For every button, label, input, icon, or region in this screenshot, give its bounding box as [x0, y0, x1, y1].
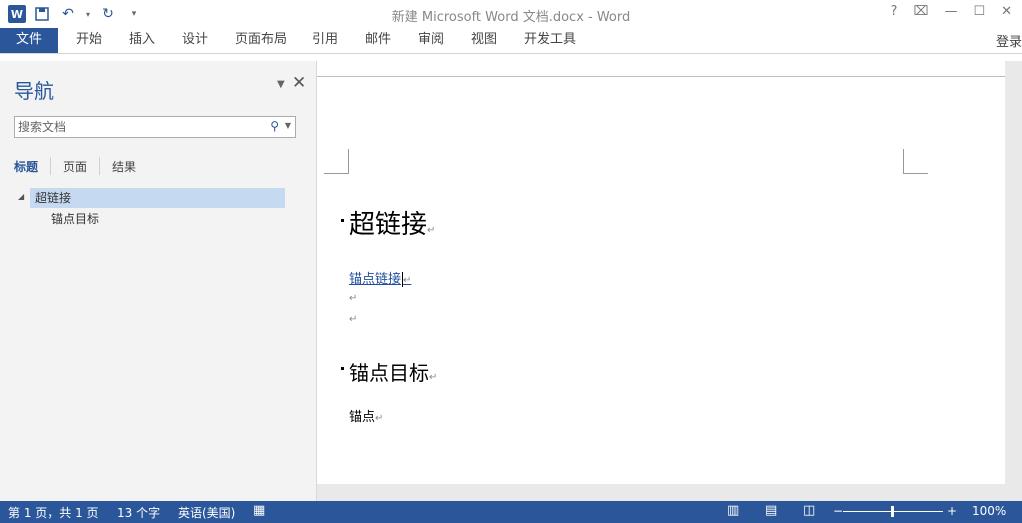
- search-input[interactable]: [15, 117, 258, 137]
- empty-paragraph-mark: ↵: [349, 314, 358, 325]
- tab-page-layout[interactable]: 页面布局: [235, 28, 287, 53]
- document-area: 超链接↵ 锚点链接 ↵ ↵ ↵ 锚点目标↵ 锚点↵: [317, 61, 1022, 501]
- tab-mailings[interactable]: 邮件: [365, 28, 391, 53]
- nav-tabs: 标题 页面 结果: [14, 157, 148, 175]
- maximize-icon[interactable]: ☐: [973, 4, 985, 19]
- crop-mark-right: [903, 149, 928, 174]
- word-count-status[interactable]: 13 个字: [117, 504, 160, 521]
- sign-in-link[interactable]: 登录: [996, 31, 1022, 50]
- paragraph-mark: ↵: [403, 275, 412, 286]
- nav-tab-pages[interactable]: 页面: [63, 158, 99, 175]
- heading-bullet-marker: [341, 219, 344, 222]
- tab-references[interactable]: 引用: [312, 28, 338, 53]
- nav-close-icon[interactable]: ✕: [292, 73, 306, 93]
- heading-1-text: 超链接: [349, 210, 428, 240]
- collapse-triangle-icon[interactable]: ◢: [18, 192, 24, 201]
- empty-paragraph-mark: ↵: [349, 293, 358, 304]
- zoom-slider-thumb[interactable]: [891, 506, 894, 517]
- heading-1-paragraph[interactable]: 超链接↵: [349, 204, 435, 241]
- print-layout-icon[interactable]: ▤: [765, 503, 777, 518]
- search-box: ⚲ ▼: [14, 116, 296, 138]
- tab-developer[interactable]: 开发工具: [524, 28, 576, 53]
- page-count-status[interactable]: 第 1 页，共 1 页: [8, 504, 99, 521]
- read-mode-icon[interactable]: ▥: [727, 503, 739, 518]
- heading-2-text: 锚点目标: [349, 361, 429, 385]
- status-bar: 第 1 页，共 1 页 13 个字 英语(美国) ▦ ▥ ▤ ◫ − + 100…: [0, 501, 1022, 523]
- tab-design[interactable]: 设计: [182, 28, 208, 53]
- crop-mark-left: [324, 149, 349, 174]
- nav-options-dropdown-icon[interactable]: ▼: [277, 79, 285, 90]
- heading-bullet-marker: [341, 367, 344, 370]
- ribbon-tabs: 文件 开始 插入 设计 页面布局 引用 邮件 审阅 视图 开发工具 登录: [0, 28, 1022, 54]
- tab-file[interactable]: 文件: [0, 28, 58, 53]
- nav-tab-divider: [99, 157, 101, 175]
- language-status[interactable]: 英语(美国): [178, 504, 235, 521]
- paragraph-mark: ↵: [427, 225, 436, 236]
- document-page[interactable]: 超链接↵ 锚点链接 ↵ ↵ ↵ 锚点目标↵ 锚点↵: [317, 61, 1005, 484]
- window-controls: ? ⌧ — ☐ ✕: [891, 4, 1012, 19]
- search-options-dropdown-icon[interactable]: ▼: [285, 121, 291, 130]
- zoom-out-button[interactable]: −: [833, 504, 843, 518]
- nav-tab-results[interactable]: 结果: [112, 158, 148, 175]
- page-boundary-line: [317, 76, 1005, 77]
- macro-record-icon[interactable]: ▦: [253, 503, 265, 518]
- window-title: 新建 Microsoft Word 文档.docx - Word: [391, 10, 631, 25]
- anchor-hyperlink[interactable]: 锚点链接: [349, 272, 401, 287]
- zoom-in-button[interactable]: +: [947, 504, 957, 518]
- nav-heading-item[interactable]: 锚点目标: [51, 209, 99, 229]
- nav-tab-divider: [50, 157, 52, 175]
- tab-review[interactable]: 审阅: [418, 28, 444, 53]
- nav-heading-item[interactable]: 超链接: [30, 188, 285, 208]
- hyperlink-paragraph: 锚点链接 ↵: [349, 268, 411, 287]
- nav-tab-headings[interactable]: 标题: [14, 158, 50, 175]
- heading-2-paragraph[interactable]: 锚点目标↵: [349, 357, 437, 386]
- search-icon[interactable]: ⚲: [270, 119, 279, 133]
- body-paragraph[interactable]: 锚点↵: [349, 406, 383, 425]
- help-icon[interactable]: ?: [891, 4, 898, 19]
- zoom-level[interactable]: 100%: [972, 504, 1006, 518]
- minimize-icon[interactable]: —: [944, 4, 957, 19]
- web-layout-icon[interactable]: ◫: [803, 503, 815, 518]
- tab-view[interactable]: 视图: [471, 28, 497, 53]
- title-bar: W ↶ ▾ ↻ ▾ 新建 Microsoft Word 文档.docx - Wo…: [0, 0, 1022, 28]
- tab-home[interactable]: 开始: [76, 28, 102, 53]
- tab-insert[interactable]: 插入: [129, 28, 155, 53]
- nav-pane-title: 导航: [14, 79, 54, 103]
- close-icon[interactable]: ✕: [1001, 4, 1012, 19]
- paragraph-mark: ↵: [429, 372, 438, 383]
- navigation-pane: 导航 ▼ ✕ ⚲ ▼ 标题 页面 结果 ◢ 超链接 锚点目标: [0, 61, 317, 501]
- paragraph-mark: ↵: [375, 413, 384, 424]
- ribbon-display-options-icon[interactable]: ⌧: [913, 4, 928, 19]
- body-text: 锚点: [349, 410, 376, 425]
